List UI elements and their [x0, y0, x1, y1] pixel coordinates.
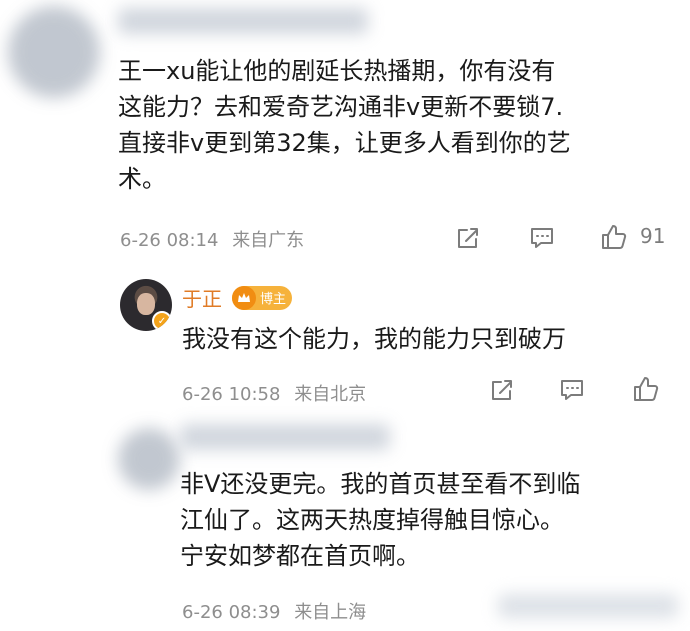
thumbs-up-icon — [602, 225, 627, 249]
comment-line: 直接非v更到第32集，让更多人看到你的艺 — [118, 129, 571, 157]
comment-line: 非V还没更完。我的首页甚至看不到临 — [180, 470, 581, 498]
comment-meta: 6-26 08:14 来自广东 — [120, 226, 312, 252]
watermark-redacted — [498, 594, 678, 618]
comment-body: 非V还没更完。我的首页甚至看不到临 江仙了。这两天热度掉得触目惊心。 宁安如梦都… — [180, 466, 580, 574]
reply-comment-button[interactable] — [556, 374, 588, 406]
reply-share-button[interactable] — [486, 374, 518, 406]
comment-body: 王一xu能让他的剧延长热播期，你有没有 这能力？去和爱奇艺沟通非v更新不要锁7.… — [118, 53, 571, 197]
comment-line: 术。 — [118, 165, 166, 193]
comment-date: 6-26 08:39 — [182, 602, 281, 623]
comment-date: 6-26 08:14 — [120, 230, 219, 251]
reply-user-row: 于正 博主 — [182, 283, 293, 312]
comment-line: 江仙了。这两天热度掉得触目惊心。 — [180, 506, 564, 534]
verified-icon: ✓ — [152, 311, 172, 331]
comment-icon — [561, 380, 583, 400]
comment-location: 来自上海 — [294, 602, 367, 623]
reply-avatar[interactable]: ✓ — [120, 279, 172, 331]
badge-label: 博主 — [260, 292, 287, 307]
comment-line: 王一xu能让他的剧延长热播期，你有没有 — [118, 57, 556, 85]
reply-like-button[interactable] — [630, 373, 662, 405]
crown-icon — [232, 285, 256, 310]
reply-location: 来自北京 — [294, 384, 367, 405]
reply-meta: 6-26 10:58 来自北京 — [182, 380, 374, 406]
share-icon — [492, 380, 512, 400]
username-redacted — [180, 424, 390, 450]
avatar[interactable] — [8, 6, 100, 98]
comment-meta: 6-26 08:39 来自上海 — [182, 598, 374, 624]
share-icon — [458, 228, 478, 248]
reply-username[interactable]: 于正 — [182, 283, 222, 312]
comment-icon — [531, 228, 553, 248]
avatar[interactable] — [118, 428, 180, 490]
reply-body: 我没有这个能力，我的能力只到破万 — [182, 325, 566, 353]
reply-date: 6-26 10:58 — [182, 384, 281, 405]
comment-button[interactable] — [526, 222, 558, 254]
like-button[interactable] — [598, 221, 630, 253]
comment-line: 这能力？去和爱奇艺沟通非v更新不要锁7. — [118, 93, 564, 121]
author-badge: 博主 — [232, 285, 293, 310]
thumbs-up-icon — [634, 377, 659, 401]
comment-location: 来自广东 — [232, 230, 305, 251]
like-count: 91 — [640, 224, 666, 248]
share-button[interactable] — [452, 222, 484, 254]
username-redacted — [118, 8, 368, 34]
comment-line: 宁安如梦都在首页啊。 — [180, 542, 420, 570]
avatar-face — [137, 293, 155, 315]
